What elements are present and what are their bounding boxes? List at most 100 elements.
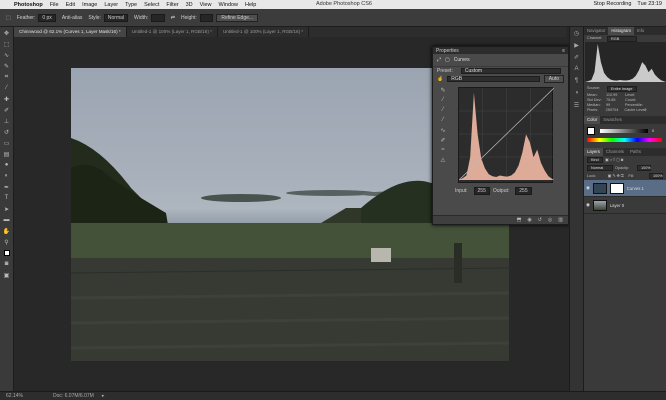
histogram-channel-select[interactable]: RGB bbox=[607, 35, 637, 42]
k-value[interactable]: 0 bbox=[652, 128, 654, 133]
app-menu[interactable]: Photoshop bbox=[14, 2, 43, 8]
quick-mask-icon[interactable]: ◙ bbox=[2, 259, 12, 269]
gray-point-eyedropper-icon[interactable]: ⁄ bbox=[438, 107, 448, 117]
white-point-eyedropper-icon[interactable]: ⁄ bbox=[438, 117, 448, 127]
brush-tool-icon[interactable]: ✐ bbox=[2, 105, 12, 115]
marquee-tool-icon[interactable]: ⬚ bbox=[2, 39, 12, 49]
trash-icon[interactable]: ▥ bbox=[558, 217, 563, 223]
tab-document-1[interactable]: Chinnwood @ 62.1% (Curves 1, Layer Mask/… bbox=[14, 27, 127, 37]
tab-histogram[interactable]: Histogram bbox=[608, 27, 634, 35]
curve-draw-icon[interactable]: ∿ bbox=[438, 127, 448, 137]
height-input[interactable] bbox=[199, 13, 214, 22]
layer-name[interactable]: Curves 1 bbox=[627, 186, 644, 191]
history-panel-icon[interactable]: ◷ bbox=[572, 30, 582, 39]
crop-tool-icon[interactable]: ⌗ bbox=[2, 72, 12, 82]
menu-layer[interactable]: Layer bbox=[104, 2, 118, 8]
properties-panel-icon[interactable]: ☰ bbox=[572, 102, 582, 111]
blur-tool-icon[interactable]: ● bbox=[2, 160, 12, 170]
menu-filter[interactable]: Filter bbox=[166, 2, 178, 8]
blend-mode-select[interactable]: Normal bbox=[587, 165, 613, 171]
view-previous-icon[interactable]: ◉ bbox=[527, 217, 531, 223]
character-panel-icon[interactable]: A bbox=[572, 66, 582, 75]
menu-image[interactable]: Image bbox=[82, 2, 97, 8]
fill-input[interactable]: 100% bbox=[649, 173, 664, 179]
tab-paths[interactable]: Paths bbox=[627, 148, 644, 156]
output-value[interactable]: 255 bbox=[515, 187, 532, 195]
panel-menu-icon[interactable]: ≡ bbox=[562, 48, 565, 54]
antialias-checkbox[interactable]: Anti-alias bbox=[62, 15, 83, 21]
menu-view[interactable]: View bbox=[200, 2, 212, 8]
hand-tool-icon[interactable]: ✋ bbox=[2, 226, 12, 236]
swap-icon[interactable]: ⇄ bbox=[171, 15, 175, 21]
menu-help[interactable]: Help bbox=[245, 2, 256, 8]
properties-header[interactable]: Properties ≡ bbox=[433, 47, 568, 54]
menu-edit[interactable]: Edit bbox=[66, 2, 75, 8]
tab-info[interactable]: Info bbox=[634, 27, 647, 35]
clone-stamp-icon[interactable]: ⊥ bbox=[2, 116, 12, 126]
layer-mask-thumbnail[interactable] bbox=[609, 182, 624, 194]
layer-kind-select[interactable]: Kind bbox=[587, 157, 603, 163]
auto-button[interactable]: Auto bbox=[543, 75, 564, 83]
eraser-icon[interactable]: ▭ bbox=[2, 138, 12, 148]
eyedropper-icon[interactable]: ⁄ bbox=[2, 83, 12, 93]
layer-row-curves[interactable]: ◉ Curves 1 bbox=[584, 180, 666, 197]
channel-select[interactable]: RGB bbox=[447, 76, 540, 82]
histogram-source-select[interactable]: Entire Image bbox=[607, 86, 637, 92]
menu-window[interactable]: Window bbox=[218, 2, 238, 8]
style-select[interactable]: Normal bbox=[103, 13, 129, 22]
tab-swatches[interactable]: Swatches bbox=[600, 116, 625, 124]
dodge-tool-icon[interactable]: ◐ bbox=[2, 171, 12, 181]
refine-edge-button[interactable]: Refine Edge... bbox=[216, 13, 259, 22]
menu-file[interactable]: File bbox=[50, 2, 59, 8]
zoom-level[interactable]: 62.14% bbox=[6, 393, 23, 399]
width-input[interactable] bbox=[151, 13, 165, 22]
menu-3d[interactable]: 3D bbox=[186, 2, 193, 8]
brush-panel-icon[interactable]: ✐ bbox=[572, 54, 582, 63]
menu-type[interactable]: Type bbox=[125, 2, 137, 8]
visibility-icon[interactable]: ◎ bbox=[548, 217, 552, 223]
k-slider[interactable] bbox=[600, 129, 648, 133]
visibility-eye-icon[interactable]: ◉ bbox=[586, 185, 590, 191]
layer-row-layer0[interactable]: ◉ Layer 0 bbox=[584, 197, 666, 214]
doc-size[interactable]: Doc: 6.07M/6.07M bbox=[53, 393, 94, 399]
menu-select[interactable]: Select bbox=[144, 2, 159, 8]
input-value[interactable]: 255 bbox=[473, 187, 490, 195]
quick-select-icon[interactable]: ✎ bbox=[2, 61, 12, 71]
history-brush-icon[interactable]: ↺ bbox=[2, 127, 12, 137]
black-point-eyedropper-icon[interactable]: ⁄ bbox=[438, 97, 448, 107]
type-tool-icon[interactable]: T bbox=[2, 193, 12, 203]
feather-input[interactable]: 0 px bbox=[38, 13, 56, 22]
tab-document-2[interactable]: Untitled-1 @ 100% (Layer 1, RGB/16) * bbox=[127, 27, 218, 37]
zoom-tool-icon[interactable]: ⚲ bbox=[2, 237, 12, 247]
point-edit-icon[interactable]: ✎ bbox=[438, 87, 448, 97]
record-status[interactable]: Stop Recording bbox=[594, 1, 632, 7]
foreground-color-swatch[interactable] bbox=[2, 248, 12, 258]
color-ramp[interactable] bbox=[587, 138, 662, 142]
layer-name[interactable]: Layer 0 bbox=[610, 203, 624, 208]
clipping-icon[interactable]: ⚠ bbox=[438, 157, 448, 167]
screen-mode-icon[interactable]: ▣ bbox=[2, 270, 12, 280]
gradient-tool-icon[interactable]: ▤ bbox=[2, 149, 12, 159]
reset-icon[interactable]: ↺ bbox=[538, 217, 542, 223]
lasso-tool-icon[interactable]: ∿ bbox=[2, 50, 12, 60]
opacity-input[interactable]: 100% bbox=[637, 165, 651, 171]
tab-layers[interactable]: Layers bbox=[584, 148, 603, 156]
curves-graph[interactable] bbox=[458, 87, 555, 183]
tab-channels[interactable]: Channels bbox=[603, 148, 627, 156]
layer-mask-icon[interactable]: ▢ bbox=[445, 57, 450, 63]
target-adjust-icon[interactable]: ☝ bbox=[437, 76, 443, 82]
shape-tool-icon[interactable]: ▬ bbox=[2, 215, 12, 225]
actions-panel-icon[interactable]: ▶ bbox=[572, 42, 582, 51]
path-select-icon[interactable]: ➤ bbox=[2, 204, 12, 214]
filter-icons[interactable]: ▣ ◑ T ▢ ◙ bbox=[605, 158, 625, 163]
move-tool-icon[interactable]: ✥ bbox=[2, 28, 12, 38]
lock-icons[interactable]: ▣ ✎ ✥ ⚿ bbox=[608, 174, 627, 179]
pen-tool-icon[interactable]: ✒ bbox=[2, 182, 12, 192]
layer-thumbnail[interactable] bbox=[592, 199, 607, 211]
healing-brush-icon[interactable]: ✚ bbox=[2, 94, 12, 104]
preset-select[interactable]: Custom bbox=[460, 68, 561, 74]
visibility-eye-icon[interactable]: ◉ bbox=[586, 202, 590, 208]
paragraph-panel-icon[interactable]: ¶ bbox=[572, 78, 582, 87]
foreground-swatch[interactable] bbox=[587, 127, 595, 135]
pencil-icon[interactable]: ✐ bbox=[438, 137, 448, 147]
